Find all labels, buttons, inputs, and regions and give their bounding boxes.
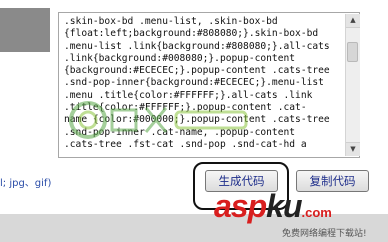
scroll-down-icon[interactable]: ▼ bbox=[346, 142, 360, 156]
watermark-logo bbox=[69, 101, 248, 139]
logo-asp: asp bbox=[214, 188, 267, 224]
file-type-hint: l; jpg、gif) bbox=[0, 178, 52, 189]
code-line: .snd-pop-inner{background:#ECECEC;}.menu… bbox=[64, 77, 324, 89]
code-line: .menu-list .link{background:#808080;}.al… bbox=[64, 40, 330, 52]
site-logo[interactable]: aspku.com bbox=[214, 188, 332, 225]
code-scrollbar[interactable]: ▲ ▼ bbox=[345, 14, 360, 156]
code-line: .link{background:#008080;}.popup-content bbox=[64, 52, 296, 64]
logo-tagline: 免费网络编程下载站! bbox=[282, 229, 367, 239]
logo-ku: ku bbox=[266, 188, 302, 224]
logo-com: .com bbox=[301, 205, 332, 220]
code-line: {float:left;background:#808080;}.skin-bo… bbox=[64, 28, 319, 40]
scroll-up-icon[interactable]: ▲ bbox=[346, 14, 360, 28]
code-line: {background:#ECECEC;}.popup-content .cat… bbox=[64, 65, 330, 77]
gray-panel bbox=[0, 8, 50, 52]
scroll-thumb[interactable] bbox=[347, 42, 358, 62]
code-line: .skin-box-bd .menu-list, .skin-box-bd bbox=[64, 16, 278, 27]
